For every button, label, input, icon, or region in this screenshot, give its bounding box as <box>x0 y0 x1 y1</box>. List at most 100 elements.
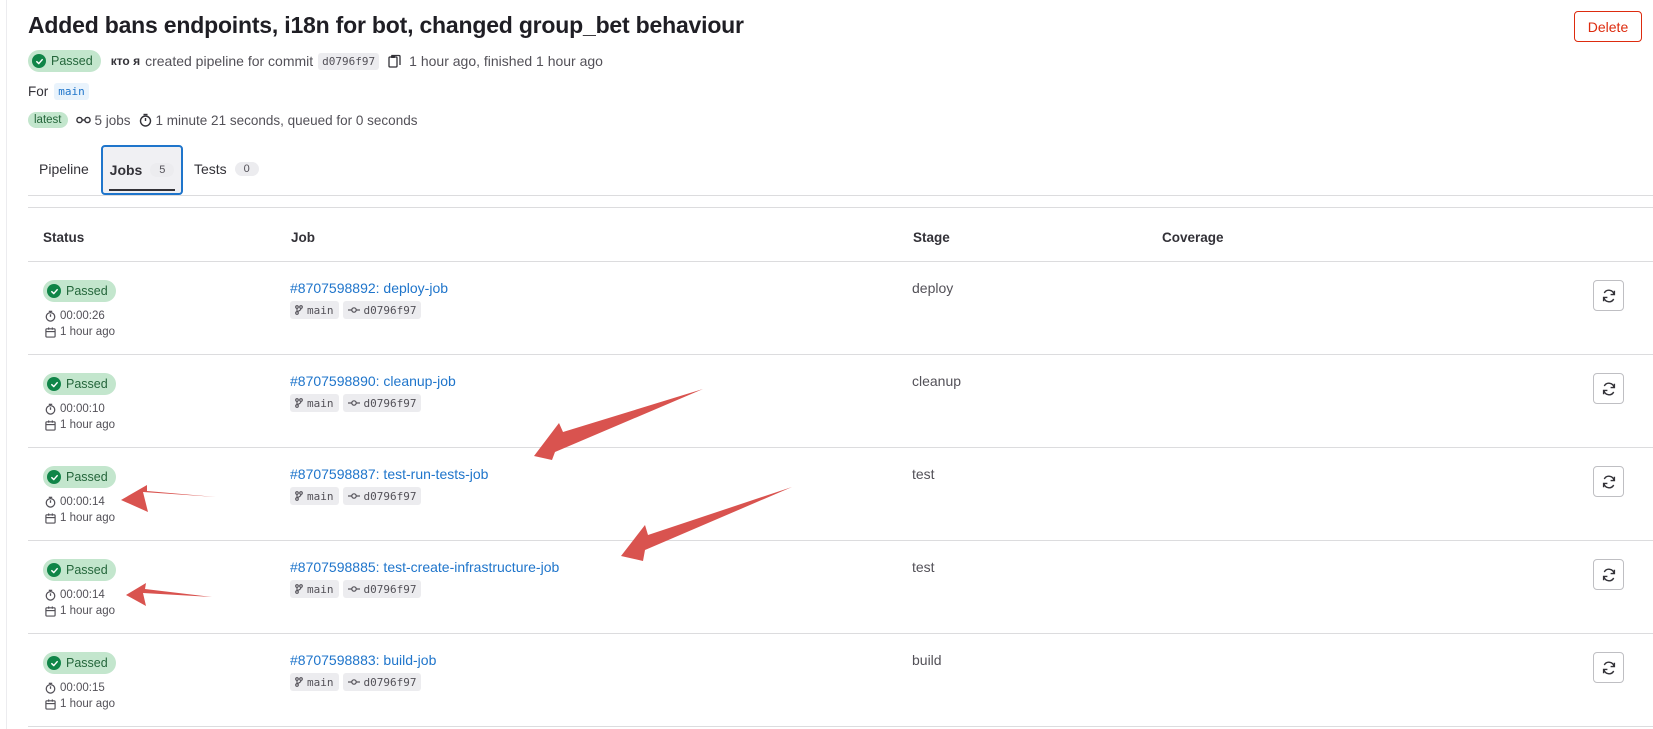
branch-chip-label: main <box>307 675 334 689</box>
job-finished: 1 hour ago <box>45 605 115 617</box>
pipeline-icon <box>75 115 91 125</box>
job-status-label: Passed <box>66 563 108 577</box>
job-finished: 1 hour ago <box>45 698 115 710</box>
retry-button[interactable] <box>1593 559 1624 590</box>
created-text: created pipeline for commit <box>145 53 314 69</box>
commit-icon <box>347 679 360 685</box>
tab-jobs[interactable]: Jobs 5 <box>101 145 183 195</box>
job-refs: main d0796f97 <box>290 394 422 412</box>
job-refs: main d0796f97 <box>290 673 422 691</box>
commit-icon <box>347 493 360 499</box>
job-duration-text: 00:00:10 <box>60 403 105 415</box>
branch-chip-label: main <box>307 489 334 503</box>
job-link[interactable]: #8707598885: test-create-infrastructure-… <box>290 559 559 575</box>
retry-icon <box>1602 289 1615 302</box>
tab-tests[interactable]: Tests 0 <box>185 145 268 193</box>
job-stage: build <box>912 652 942 668</box>
branch-icon <box>295 677 303 687</box>
timer-icon <box>45 589 56 601</box>
branch-icon <box>295 584 303 594</box>
commit-chip-label: d0796f97 <box>363 489 417 503</box>
job-duration: 00:00:14 <box>45 589 105 601</box>
check-circle-icon <box>47 656 61 670</box>
branch-icon <box>295 305 303 315</box>
column-header-job: Job <box>291 230 316 245</box>
column-header-coverage: Coverage <box>1162 230 1224 245</box>
job-duration: 00:00:14 <box>45 496 105 508</box>
table-row: Passed 00:00:26 1 hour ago #8707598892: … <box>0 262 1653 354</box>
pipeline-duration: 1 minute 21 seconds, queued for 0 second… <box>155 112 418 128</box>
table-row: Passed 00:00:14 1 hour ago #8707598885: … <box>0 541 1653 633</box>
timer-icon <box>45 682 56 694</box>
timer-icon <box>45 496 56 508</box>
pipeline-info: latest 5 jobs 1 minute 21 seconds, queue… <box>28 110 417 130</box>
check-circle-icon <box>47 470 61 484</box>
ref-row: For main <box>28 83 89 100</box>
job-duration: 00:00:10 <box>45 403 105 415</box>
job-status-label: Passed <box>66 377 108 391</box>
pipeline-meta: Passed кто я created pipeline for commit… <box>28 49 603 73</box>
job-finished: 1 hour ago <box>45 326 115 338</box>
table-top-border <box>28 207 1653 208</box>
branch-chip[interactable]: main <box>290 487 339 505</box>
branch-chip[interactable]: main <box>290 301 339 319</box>
job-status-badge[interactable]: Passed <box>43 466 116 488</box>
check-circle-icon <box>47 284 61 298</box>
job-link[interactable]: #8707598883: build-job <box>290 652 436 668</box>
tab-jobs-label: Jobs <box>109 162 143 178</box>
delete-button[interactable]: Delete <box>1574 11 1642 42</box>
author-link[interactable]: кто я <box>111 54 140 68</box>
commit-chip-label: d0796f97 <box>363 582 417 596</box>
branch-chip[interactable]: main <box>290 580 339 598</box>
check-circle-icon <box>47 563 61 577</box>
job-finished-text: 1 hour ago <box>60 512 115 524</box>
commit-chip[interactable]: d0796f97 <box>342 580 422 598</box>
branch-chip[interactable]: main <box>290 394 339 412</box>
timer-icon <box>139 113 152 127</box>
commit-chip[interactable]: d0796f97 <box>342 673 422 691</box>
job-refs: main d0796f97 <box>290 580 422 598</box>
tab-pipeline-label: Pipeline <box>39 161 89 177</box>
job-status-badge[interactable]: Passed <box>43 559 116 581</box>
job-status-badge[interactable]: Passed <box>43 373 116 395</box>
job-status-badge[interactable]: Passed <box>43 280 116 302</box>
page-title: Added bans endpoints, i18n for bot, chan… <box>28 12 744 38</box>
job-status-badge[interactable]: Passed <box>43 652 116 674</box>
copy-icon[interactable] <box>388 54 401 69</box>
commit-chip[interactable]: d0796f97 <box>342 394 422 412</box>
check-circle-icon <box>47 377 61 391</box>
job-link[interactable]: #8707598890: cleanup-job <box>290 373 456 389</box>
branch-link[interactable]: main <box>54 83 89 100</box>
job-refs: main d0796f97 <box>290 301 422 319</box>
job-finished: 1 hour ago <box>45 512 115 524</box>
commit-sha[interactable]: d0796f97 <box>318 52 380 70</box>
branch-chip[interactable]: main <box>290 673 339 691</box>
status-badge[interactable]: Passed <box>28 50 101 72</box>
job-stage: test <box>912 559 935 575</box>
retry-button[interactable] <box>1593 652 1624 683</box>
commit-chip-label: d0796f97 <box>363 396 417 410</box>
tab-pipeline[interactable]: Pipeline <box>30 145 98 193</box>
timer-icon <box>45 310 56 322</box>
job-finished-text: 1 hour ago <box>60 698 115 710</box>
commit-chip-label: d0796f97 <box>363 675 417 689</box>
retry-button[interactable] <box>1593 466 1624 497</box>
branch-chip-label: main <box>307 582 334 596</box>
check-circle-icon <box>32 54 46 68</box>
table-row: Passed 00:00:15 1 hour ago #8707598883: … <box>0 634 1653 726</box>
job-stage: cleanup <box>912 373 962 389</box>
commit-icon <box>347 586 360 592</box>
retry-button[interactable] <box>1593 373 1624 404</box>
branch-chip-label: main <box>307 396 334 410</box>
retry-button[interactable] <box>1593 280 1624 311</box>
calendar-icon <box>45 698 56 710</box>
job-link[interactable]: #8707598887: test-run-tests-job <box>290 466 488 482</box>
tabs-divider <box>28 195 1653 196</box>
job-link[interactable]: #8707598892: deploy-job <box>290 280 448 296</box>
table-row: Passed 00:00:10 1 hour ago #8707598890: … <box>0 355 1653 447</box>
commit-chip[interactable]: d0796f97 <box>342 487 422 505</box>
calendar-icon <box>45 605 56 617</box>
job-duration: 00:00:26 <box>45 310 105 322</box>
job-finished-text: 1 hour ago <box>60 419 115 431</box>
commit-chip[interactable]: d0796f97 <box>342 301 422 319</box>
